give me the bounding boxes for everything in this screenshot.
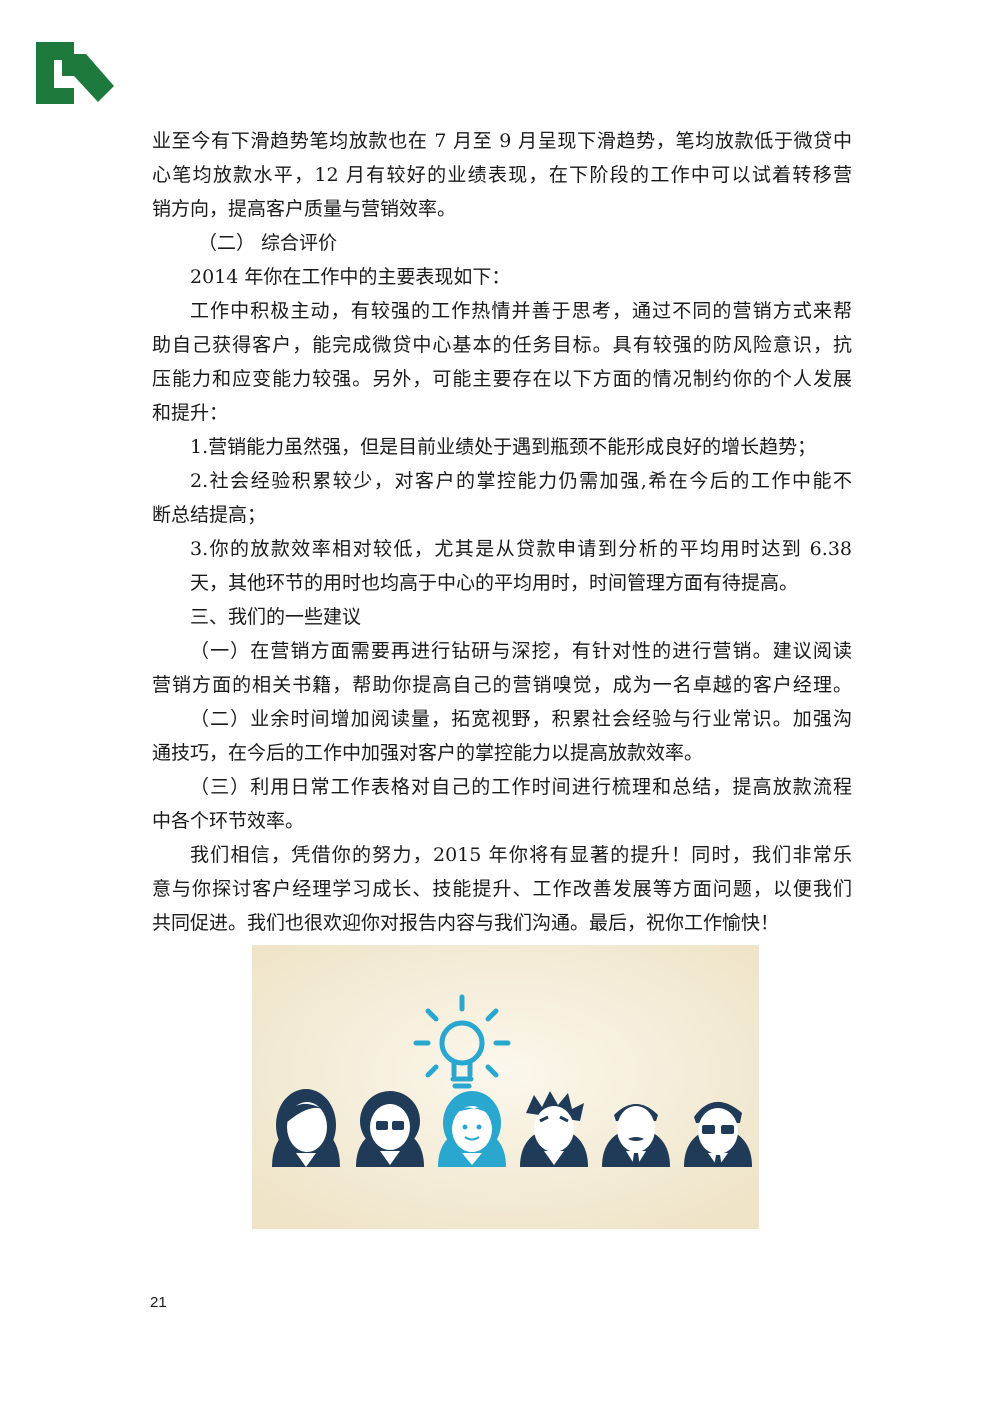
text-line: 我们相信，凭借你的努力，2015 年你将有显著的提升！同时，我们非常乐 bbox=[190, 844, 852, 866]
text-line: 和提升： bbox=[152, 402, 229, 424]
page-number: 21 bbox=[150, 1294, 167, 1311]
text-line: 共同促进。我们也很欢迎你对报告内容与我们沟通。最后，祝你工作愉快！ bbox=[152, 912, 780, 934]
text-line: （一）在营销方面需要再进行钻研与深挖，有针对性的进行营销。建议阅读 bbox=[190, 640, 852, 662]
team-idea-illustration bbox=[252, 945, 759, 1229]
text-line: 断总结提高； bbox=[152, 504, 267, 526]
text-line: 销方向，提高客户质量与营销效率。 bbox=[152, 198, 457, 220]
text-line: 业至今有下滑趋势笔均放款也在 7 月至 9 月呈现下滑趋势，笔均放款低于微贷中 bbox=[152, 130, 852, 152]
text-line: 压能力和应变能力较强。另外，可能主要存在以下方面的情况制约你的个人发展 bbox=[152, 368, 852, 390]
heading-suggestions: 三、我们的一些建议 bbox=[190, 606, 362, 628]
paragraph-performance: 业至今有下滑趋势笔均放款也在 7 月至 9 月呈现下滑趋势，笔均放款低于微贷中 … bbox=[152, 124, 852, 226]
list-item-1: 1.营销能力虽然强，但是目前业绩处于遇到瓶颈不能形成良好的增长趋势； bbox=[190, 436, 817, 458]
text-line: 2.社会经验积累较少，对客户的掌控能力仍需加强,希在今后的工作中能不 bbox=[190, 470, 852, 492]
text-line: 天，其他环节的用时也均高于中心的平均用时，时间管理方面有待提高。 bbox=[190, 572, 799, 594]
logo-mark-icon bbox=[34, 40, 116, 106]
suggestion-3: （三）利用日常工作表格对自己的工作时间进行梳理和总结，提高放款流程 中各个环节效… bbox=[152, 770, 852, 838]
suggestion-1: （一）在营销方面需要再进行钻研与深挖，有针对性的进行营销。建议阅读 营销方面的相… bbox=[152, 634, 852, 702]
suggestion-2: （二）业余时间增加阅读量，拓宽视野，积累社会经验与行业常识。加强沟 通技巧，在今… bbox=[152, 702, 852, 770]
paragraph-evaluation: 工作中积极主动，有较强的工作热情并善于思考，通过不同的营销方式来帮 助自己获得客… bbox=[152, 294, 852, 430]
text-line: 营销方面的相关书籍，帮助你提高自己的营销嗅觉，成为一名卓越的客户经理。 bbox=[152, 674, 852, 696]
text-line: 助自己获得客户，能完成微贷中心基本的任务目标。具有较强的防风险意识，抗 bbox=[152, 334, 852, 356]
list-item-2: 2.社会经验积累较少，对客户的掌控能力仍需加强,希在今后的工作中能不 断总结提高… bbox=[152, 464, 852, 532]
text-line: （二）业余时间增加阅读量，拓宽视野，积累社会经验与行业常识。加强沟 bbox=[190, 708, 852, 730]
text-line: 3.你的放款效率相对较低，尤其是从贷款申请到分析的平均用时达到 6.38 bbox=[190, 538, 852, 560]
intro-line: 2014 年你在工作中的主要表现如下： bbox=[190, 266, 511, 288]
text-line: 中各个环节效率。 bbox=[152, 810, 305, 832]
heading-comprehensive-evaluation: （二） 综合评价 bbox=[198, 232, 338, 254]
text-line: 心笔均放款水平，12 月有较好的业绩表现，在下阶段的工作中可以试着转移营 bbox=[152, 164, 852, 186]
text-line: （三）利用日常工作表格对自己的工作时间进行梳理和总结，提高放款流程 bbox=[190, 776, 852, 798]
text-line: 通技巧，在今后的工作中加强对客户的掌控能力以提高放款效率。 bbox=[152, 742, 704, 764]
paragraph-closing: 我们相信，凭借你的努力，2015 年你将有显著的提升！同时，我们非常乐 意与你探… bbox=[152, 838, 852, 940]
list-item-3: 3.你的放款效率相对较低，尤其是从贷款申请到分析的平均用时达到 6.38 天，其… bbox=[152, 532, 852, 600]
report-body: 业至今有下滑趋势笔均放款也在 7 月至 9 月呈现下滑趋势，笔均放款低于微贷中 … bbox=[152, 124, 852, 940]
text-line: 意与你探讨客户经理学习成长、技能提升、工作改善发展等方面问题，以便我们 bbox=[152, 878, 852, 900]
text-line: 工作中积极主动，有较强的工作热情并善于思考，通过不同的营销方式来帮 bbox=[190, 300, 852, 322]
